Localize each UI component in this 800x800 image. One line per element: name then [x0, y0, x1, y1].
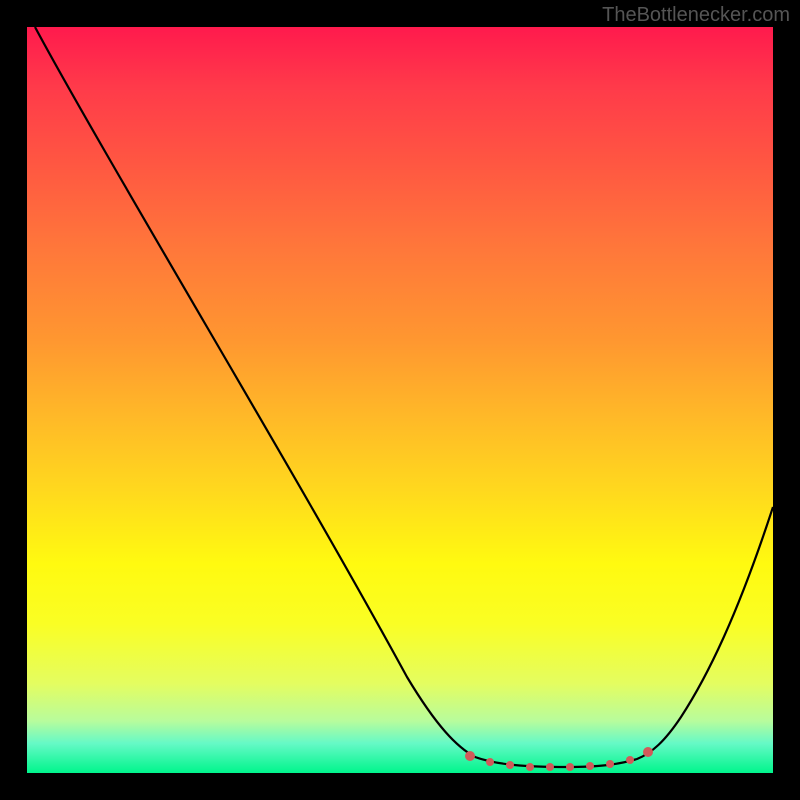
marker-dot — [626, 756, 634, 764]
marker-dot — [546, 763, 554, 771]
watermark-text: TheBottlenecker.com — [602, 4, 790, 27]
curve-svg — [27, 27, 773, 773]
marker-dot — [465, 751, 475, 761]
bottleneck-curve-path — [35, 27, 773, 767]
chart-plot-area — [27, 27, 773, 773]
marker-dot — [586, 762, 594, 770]
marker-dot — [606, 760, 614, 768]
marker-dot — [566, 763, 574, 771]
marker-dot — [506, 761, 514, 769]
marker-dot — [486, 758, 494, 766]
marker-dot — [526, 763, 534, 771]
marker-dot — [643, 747, 653, 757]
